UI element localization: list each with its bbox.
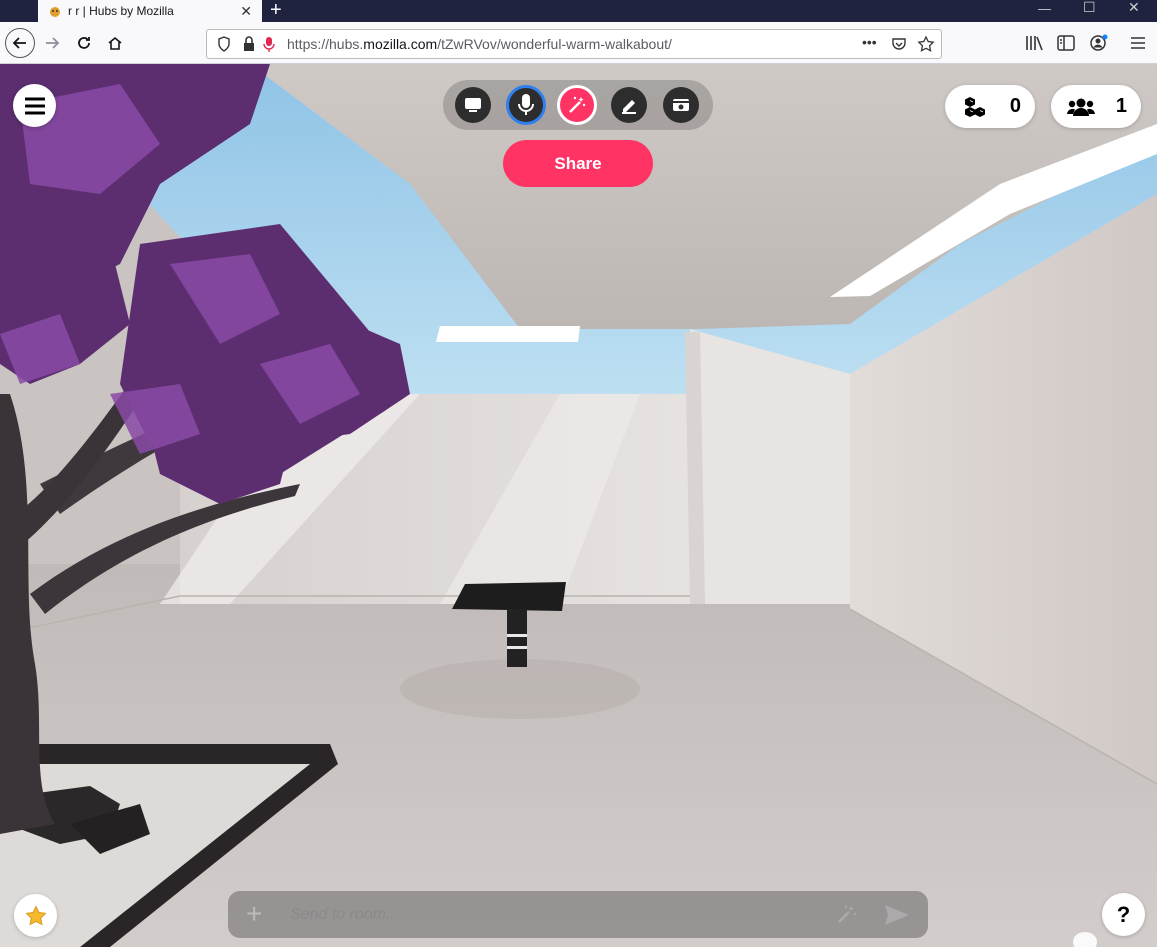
account-icon[interactable] <box>1089 33 1109 53</box>
pocket-icon[interactable] <box>891 36 907 52</box>
tab-title: r r | Hubs by Mozilla <box>68 4 174 18</box>
tab-close-icon[interactable]: ✕ <box>240 3 252 20</box>
camera-icon <box>673 99 689 111</box>
magic-wand-icon <box>569 96 586 113</box>
help-button[interactable]: ? <box>1102 893 1145 936</box>
room-scene <box>0 64 1157 947</box>
window-close-icon[interactable]: ✕ <box>1128 0 1140 14</box>
minimize-icon[interactable]: — <box>1038 2 1051 16</box>
new-tab-icon[interactable]: + <box>270 0 282 20</box>
hamburger-icon <box>24 97 45 114</box>
url-bar[interactable]: https://hubs.mozilla.com/tZwRVov/wonderf… <box>206 29 942 59</box>
maximize-icon[interactable]: ☐ <box>1083 0 1096 14</box>
chat-input[interactable] <box>290 903 810 927</box>
chat-bar: + <box>228 891 928 938</box>
pen-icon <box>622 100 636 114</box>
favorite-room-button[interactable] <box>14 894 57 937</box>
send-message-icon[interactable] <box>884 904 910 926</box>
star-icon <box>24 904 47 925</box>
microphone-button[interactable] <box>506 85 546 125</box>
people-icon <box>1067 98 1095 116</box>
sidebar-icon[interactable] <box>1057 35 1075 51</box>
microphone-icon <box>518 94 534 115</box>
camera-button[interactable] <box>663 87 699 123</box>
objects-cubes-icon <box>965 96 985 117</box>
forward-arrow-icon <box>46 37 60 49</box>
people-count: 1 <box>1115 95 1127 117</box>
share-button[interactable]: Share <box>503 140 653 187</box>
screen-share-button[interactable] <box>455 87 491 123</box>
page-actions-icon[interactable]: ••• <box>862 34 877 50</box>
hubs-favicon-icon <box>50 7 60 17</box>
hubs-menu-button[interactable] <box>13 84 56 127</box>
reload-icon <box>78 37 90 49</box>
objects-count: 0 <box>1009 95 1021 117</box>
browser-tab-bar: r r | Hubs by Mozilla ✕ + — ☐ ✕ <box>0 0 1157 22</box>
chat-magic-icon[interactable] <box>836 903 858 925</box>
3d-scene-viewport[interactable] <box>0 64 1157 947</box>
browser-nav-bar: https://hubs.mozilla.com/tZwRVov/wonderf… <box>0 22 1157 64</box>
hubs-toolbar <box>443 80 713 130</box>
pen-button[interactable] <box>611 87 647 123</box>
spawn-magic-button[interactable] <box>557 85 597 125</box>
tracking-shield-icon[interactable] <box>216 35 232 53</box>
objects-count-button[interactable]: 0 <box>945 85 1035 128</box>
screen-share-icon <box>465 98 481 112</box>
people-count-button[interactable]: 1 <box>1051 85 1141 128</box>
hamburger-menu-icon[interactable] <box>1130 36 1146 50</box>
bookmark-star-icon[interactable] <box>917 35 935 53</box>
back-arrow-icon <box>12 37 26 49</box>
lock-icon[interactable] <box>242 35 256 53</box>
browser-tab[interactable]: r r | Hubs by Mozilla ✕ <box>38 0 262 22</box>
url-text[interactable]: https://hubs.mozilla.com/tZwRVov/wonderf… <box>287 36 672 52</box>
home-button[interactable] <box>101 29 129 57</box>
add-media-icon[interactable]: + <box>246 900 262 928</box>
forward-button[interactable] <box>38 29 66 57</box>
microphone-permission-icon[interactable] <box>262 35 276 53</box>
back-button[interactable] <box>5 28 35 58</box>
library-icon[interactable] <box>1025 35 1043 51</box>
reload-button[interactable] <box>70 29 98 57</box>
home-icon <box>108 36 122 50</box>
